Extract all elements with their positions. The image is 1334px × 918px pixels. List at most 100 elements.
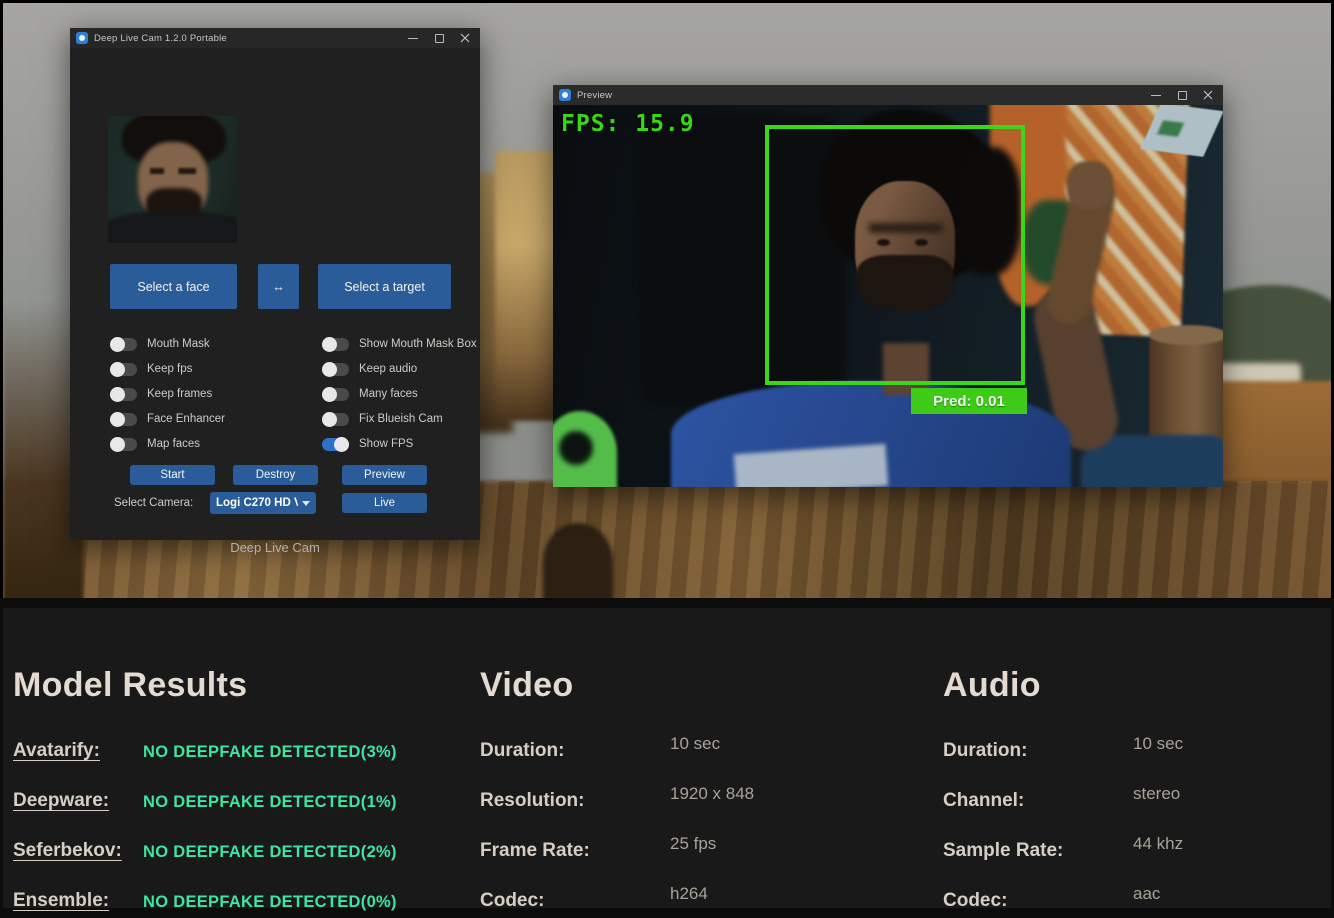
model-link-deepware[interactable]: Deepware: — [13, 790, 109, 812]
video-info-row: Frame Rate: 25 fps — [480, 840, 910, 864]
model-result-value: NO DEEPFAKE DETECTED(1%) — [143, 793, 397, 812]
live-button[interactable]: Live — [342, 493, 427, 513]
minimize-icon[interactable] — [408, 33, 418, 43]
audio-info-column: Audio Duration: 10 sec Channel: stereo S… — [943, 666, 1323, 918]
toggle-map-faces[interactable] — [110, 438, 137, 451]
video-resolution-label: Resolution: — [480, 790, 585, 812]
video-info-row: Codec: h264 — [480, 890, 910, 914]
toggle-keep-fps[interactable] — [110, 363, 137, 376]
source-face-image — [108, 116, 237, 243]
preview-window-title: Preview — [577, 90, 612, 101]
app-footer-label: Deep Live Cam — [70, 540, 480, 555]
fps-counter: FPS: 15.9 — [561, 111, 695, 137]
window-title: Deep Live Cam 1.2.0 Portable — [94, 33, 227, 44]
toggle-many-faces[interactable] — [322, 388, 349, 401]
swap-faces-button[interactable]: ↔ — [258, 264, 299, 309]
model-result-row: Deepware: NO DEEPFAKE DETECTED(1%) — [13, 790, 453, 814]
toggle-face-enhancer[interactable] — [110, 413, 137, 426]
video-duration-label: Duration: — [480, 740, 564, 762]
select-camera-label: Select Camera: — [114, 497, 193, 509]
toggle-label: Keep frames — [147, 388, 212, 400]
audio-info-row: Sample Rate: 44 khz — [943, 840, 1323, 864]
prediction-badge: Pred: 0.01 — [911, 388, 1027, 414]
audio-duration-value: 10 sec — [1133, 734, 1183, 754]
model-link-avatarify[interactable]: Avatarify: — [13, 740, 100, 762]
toggle-keep-frames[interactable] — [110, 388, 137, 401]
video-resolution-value: 1920 x 848 — [670, 784, 754, 804]
toggle-label: Show FPS — [359, 438, 413, 450]
app-icon — [76, 32, 88, 44]
model-result-value: NO DEEPFAKE DETECTED(2%) — [143, 843, 397, 862]
video-framerate-label: Frame Rate: — [480, 840, 590, 862]
audio-samplerate-label: Sample Rate: — [943, 840, 1063, 862]
toggle-show-fps[interactable] — [322, 438, 349, 451]
deep-live-cam-titlebar: Deep Live Cam 1.2.0 Portable — [70, 28, 480, 48]
toggle-fix-blueish-cam[interactable] — [322, 413, 349, 426]
video-info-column: Video Duration: 10 sec Resolution: 1920 … — [480, 666, 910, 918]
green-chair — [553, 411, 617, 487]
audio-codec-value: aac — [1133, 884, 1160, 904]
audio-info-row: Codec: aac — [943, 890, 1323, 914]
select-face-button[interactable]: Select a face — [110, 264, 237, 309]
toggle-label: Keep fps — [147, 363, 192, 375]
webcam-feed: FPS: 15.9 Pred: 0.01 — [553, 105, 1223, 487]
toggle-label: Keep audio — [359, 363, 417, 375]
video-info-row: Duration: 10 sec — [480, 740, 910, 764]
preview-button[interactable]: Preview — [342, 465, 427, 485]
video-codec-value: h264 — [670, 884, 708, 904]
close-icon[interactable] — [1203, 90, 1213, 100]
toggle-mouth-mask[interactable] — [110, 338, 137, 351]
preview-titlebar: Preview — [553, 85, 1223, 105]
start-button[interactable]: Start — [130, 465, 215, 485]
model-results-title: Model Results — [13, 666, 453, 710]
audio-info-row: Channel: stereo — [943, 790, 1323, 814]
toggle-label: Show Mouth Mask Box — [359, 338, 477, 350]
select-target-button[interactable]: Select a target — [318, 264, 451, 309]
video-info-row: Resolution: 1920 x 848 — [480, 790, 910, 814]
video-framerate-value: 25 fps — [670, 834, 716, 854]
model-link-seferbekov[interactable]: Seferbekov: — [13, 840, 122, 862]
model-result-row: Seferbekov: NO DEEPFAKE DETECTED(2%) — [13, 840, 453, 864]
minimize-icon[interactable] — [1151, 90, 1161, 100]
painting-tower — [495, 151, 561, 421]
face-detection-box — [765, 125, 1025, 385]
audio-codec-label: Codec: — [943, 890, 1007, 912]
model-result-value: NO DEEPFAKE DETECTED(0%) — [143, 893, 397, 912]
audio-duration-label: Duration: — [943, 740, 1027, 762]
preview-window: Preview — [553, 85, 1223, 487]
painting-arch — [543, 523, 613, 598]
face-eyes — [150, 168, 196, 174]
close-icon[interactable] — [460, 33, 470, 43]
video-duration-value: 10 sec — [670, 734, 720, 754]
maximize-icon[interactable] — [1177, 90, 1187, 100]
model-result-row: Avatarify: NO DEEPFAKE DETECTED(3%) — [13, 740, 453, 764]
chevron-down-icon — [302, 501, 310, 506]
deep-live-cam-window: Deep Live Cam 1.2.0 Portable Select a fa… — [70, 28, 480, 540]
audio-title: Audio — [943, 666, 1323, 710]
audio-samplerate-value: 44 khz — [1133, 834, 1183, 854]
toggle-label: Fix Blueish Cam — [359, 413, 443, 425]
video-codec-label: Codec: — [480, 890, 544, 912]
toggle-label: Mouth Mask — [147, 338, 210, 350]
audio-channel-label: Channel: — [943, 790, 1024, 812]
audio-info-row: Duration: 10 sec — [943, 740, 1323, 764]
toggle-label: Many faces — [359, 388, 418, 400]
screen: Deep Live Cam 1.2.0 Portable Select a fa… — [0, 0, 1334, 918]
app-icon — [559, 89, 571, 101]
results-section: Model Results Avatarify: NO DEEPFAKE DET… — [0, 598, 1334, 918]
toggle-label: Map faces — [147, 438, 200, 450]
camera-select-dropdown[interactable]: Logi C270 HD V — [210, 492, 316, 514]
audio-channel-value: stereo — [1133, 784, 1180, 804]
toggle-show-mouth-mask-box[interactable] — [322, 338, 349, 351]
model-result-row: Ensemble: NO DEEPFAKE DETECTED(0%) — [13, 890, 453, 914]
model-results-column: Model Results Avatarify: NO DEEPFAKE DET… — [13, 666, 453, 918]
toggle-keep-audio[interactable] — [322, 363, 349, 376]
destroy-button[interactable]: Destroy — [233, 465, 318, 485]
maximize-icon[interactable] — [434, 33, 444, 43]
results-panel: Model Results Avatarify: NO DEEPFAKE DET… — [3, 608, 1331, 908]
model-link-ensemble[interactable]: Ensemble: — [13, 890, 109, 912]
face-jacket — [108, 212, 237, 243]
model-result-value: NO DEEPFAKE DETECTED(3%) — [143, 743, 397, 762]
video-title: Video — [480, 666, 910, 710]
camera-selected-value: Logi C270 HD V — [216, 497, 298, 509]
